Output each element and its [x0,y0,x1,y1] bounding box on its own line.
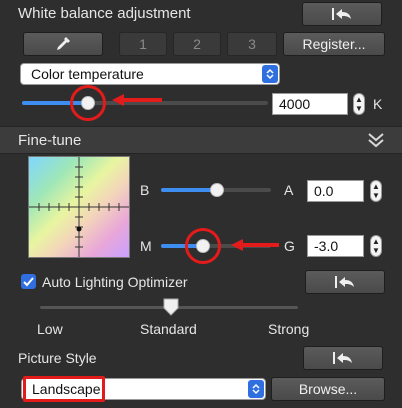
temperature-stepper[interactable]: ▲ ▼ [353,93,365,115]
chevron-updown-icon [262,65,278,83]
color-grid[interactable] [28,156,130,258]
highlight-circle [185,228,221,264]
wb-slot-2-button[interactable]: 2 [173,32,221,56]
highlight-circle [70,85,106,121]
wb-mode-value: Color temperature [31,66,144,82]
alo-undo-button[interactable] [305,270,385,294]
register-button[interactable]: Register... [283,32,385,56]
wb-undo-button[interactable] [302,2,382,26]
temperature-input[interactable]: 4000 [272,93,348,115]
fine-tune-title: Fine-tune [18,132,82,149]
red-arrow-icon [231,239,279,251]
wb-slot-3-button[interactable]: 3 [227,32,277,56]
wb-slot-1-button[interactable]: 1 [119,32,167,56]
eyedropper-button[interactable] [23,32,103,56]
mg-stepper[interactable]: ▲ ▼ [370,235,382,257]
mg-input[interactable]: -3.0 [307,235,364,257]
chevron-updown-icon [248,380,264,398]
alo-label: Auto Lighting Optimizer [42,274,188,290]
ba-stepper[interactable]: ▲ ▼ [370,180,382,202]
ba-right-label: A [284,182,294,198]
alo-level-strong: Strong [268,321,310,337]
undo-arrow-icon [333,352,352,364]
temperature-unit: K [373,96,383,112]
alo-checkbox[interactable] [21,274,36,289]
picture-style-undo-button[interactable] [303,346,383,370]
picture-style-title: Picture Style [18,350,97,366]
ba-left-label: B [140,182,150,198]
ba-slider-fill [161,188,217,192]
alo-level-standard: Standard [140,321,197,337]
checkmark-icon [23,277,34,287]
wb-title: White balance adjustment [18,5,191,22]
wb-mode-select[interactable]: Color temperature [20,63,280,85]
undo-arrow-icon [335,276,354,288]
eyedropper-icon [57,37,70,50]
ba-slider-thumb[interactable] [210,183,224,197]
highlight-box [23,376,105,402]
alo-level-thumb[interactable] [163,298,179,316]
mg-left-label: M [140,238,152,254]
alo-level-low: Low [37,321,63,337]
browse-button[interactable]: Browse... [271,377,385,401]
undo-arrow-icon [332,8,351,20]
double-chevron-icon[interactable] [367,132,385,148]
ba-input[interactable]: 0.0 [307,180,364,202]
red-arrow-icon [112,94,162,106]
mg-right-label: G [284,238,295,254]
